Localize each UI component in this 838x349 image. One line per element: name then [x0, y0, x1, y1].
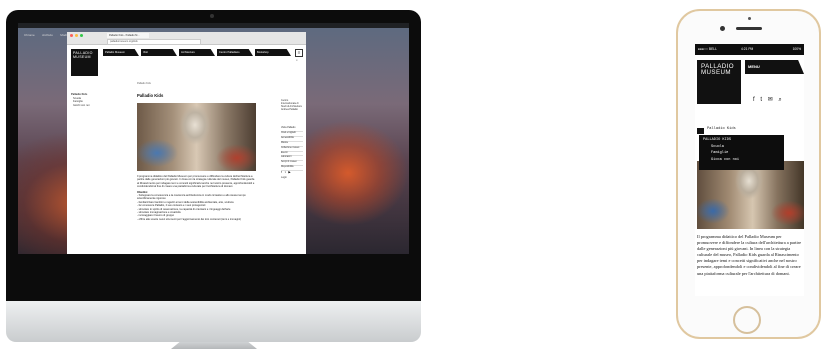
close-window-icon[interactable]: [70, 34, 73, 37]
side-nav-item[interactable]: Giochi con noi: [71, 104, 89, 108]
site-logo[interactable]: PALLADIO MUSEUM: [71, 49, 98, 76]
login-link[interactable]: Login: [281, 176, 287, 179]
mobile-hero-photo: [697, 161, 804, 229]
desktop-screen: Chrome Archivio Modifica Visualizza Cron…: [18, 23, 409, 254]
menu-icon[interactable]: ☰: [295, 49, 303, 57]
front-camera: [720, 26, 725, 31]
website: PALLADIO MUSEUM Palladio Museum Visit Ar…: [67, 45, 306, 254]
side-nav: Palladio Kids Scuola Famiglie Giochi con…: [71, 93, 89, 107]
intro-text-block: Il programma didattico del Palladio Muse…: [137, 175, 257, 221]
menubar-item[interactable]: Chrome: [24, 33, 35, 37]
nav-tab[interactable]: Architecture: [179, 49, 215, 56]
battery-level: 100%: [792, 47, 801, 51]
page-title: Palladio Kids: [137, 93, 164, 98]
mobile-intro-paragraph: Il programma didattico del Palladio Muse…: [697, 234, 802, 276]
carrier-signal: ●●●○○ BELL: [698, 47, 717, 51]
social-icons: f t ▶: [281, 170, 292, 174]
mail-icon[interactable]: ✉: [768, 97, 775, 103]
imac-stand: [171, 342, 257, 349]
section-header[interactable]: Palladio Kids: [707, 127, 736, 131]
status-time: 4:21 PM: [741, 47, 754, 51]
intro-paragraph: Il programma didattico del Palladio Muse…: [137, 175, 255, 189]
browser-window: Palladio Kids - Palladio M... palladiomu…: [67, 32, 306, 254]
nav-tab[interactable]: Bookshop: [255, 49, 291, 56]
hero-photo: [137, 103, 256, 171]
logo-line: MUSEUM: [73, 55, 91, 59]
menu-button[interactable]: MENU: [745, 60, 804, 74]
mac-menubar: Chrome Archivio Modifica Visualizza Cron…: [18, 23, 409, 37]
browser-toolbar: Palladio Kids - Palladio M... palladiomu…: [67, 32, 306, 45]
search-icon[interactable]: ⌕: [778, 97, 783, 103]
hamburger-icon[interactable]: [697, 128, 704, 134]
imac-chin: [6, 301, 421, 342]
proximity-sensor: [748, 17, 751, 20]
facebook-icon[interactable]: f: [753, 97, 757, 103]
kids-dropdown: PALLADIO KIDS Scuola Famiglie Gioca con …: [699, 135, 784, 170]
breadcrumb[interactable]: Palladio Kids: [137, 82, 151, 85]
facebook-icon[interactable]: f: [281, 170, 283, 174]
mobile-screen: ●●●○○ BELL 4:21 PM 100% PALLADIO MUSEUM …: [695, 44, 804, 296]
dropdown-item[interactable]: Gioca con noi: [703, 157, 780, 164]
camera-dot: [210, 14, 214, 18]
logo-line: MUSEUM: [701, 69, 731, 77]
status-bar: ●●●○○ BELL 4:21 PM 100%: [695, 44, 804, 55]
twitter-icon[interactable]: t: [285, 170, 287, 174]
search-icon[interactable]: ⌕: [296, 58, 298, 62]
side-nav-heading[interactable]: Palladio Kids: [71, 93, 89, 97]
imac-bezel: Chrome Archivio Modifica Visualizza Cron…: [6, 10, 421, 301]
objective-item: - Sviluppare la conoscenza e la coscienz…: [137, 194, 246, 201]
menubar-item[interactable]: Archivio: [42, 33, 53, 37]
objective-item: - offrire alle scuole nuovi strumenti pe…: [137, 217, 242, 221]
nav-tab[interactable]: Palladio Museum: [103, 49, 139, 56]
main-nav: Palladio Museum Visit Architecture Centr…: [103, 49, 291, 56]
right-info: Centro Internazionale di Studi di Archit…: [281, 99, 302, 112]
twitter-icon[interactable]: t: [760, 97, 764, 103]
youtube-icon[interactable]: ▶: [288, 170, 291, 174]
earpiece-speaker: [736, 27, 762, 30]
mobile-social-icons: f t ✉ ⌕: [753, 96, 784, 104]
browser-tab[interactable]: Palladio Kids - Palladio M...: [107, 33, 149, 38]
nav-tab[interactable]: Centro Palladiano: [217, 49, 253, 56]
nav-tab[interactable]: Visit: [141, 49, 177, 56]
minimize-window-icon[interactable]: [75, 34, 78, 37]
maximize-window-icon[interactable]: [80, 34, 83, 37]
mobile-site-logo[interactable]: PALLADIO MUSEUM: [697, 60, 741, 104]
right-links: Visita Palladio Orari e biglietti Access…: [281, 127, 303, 172]
home-button[interactable]: [733, 306, 761, 334]
